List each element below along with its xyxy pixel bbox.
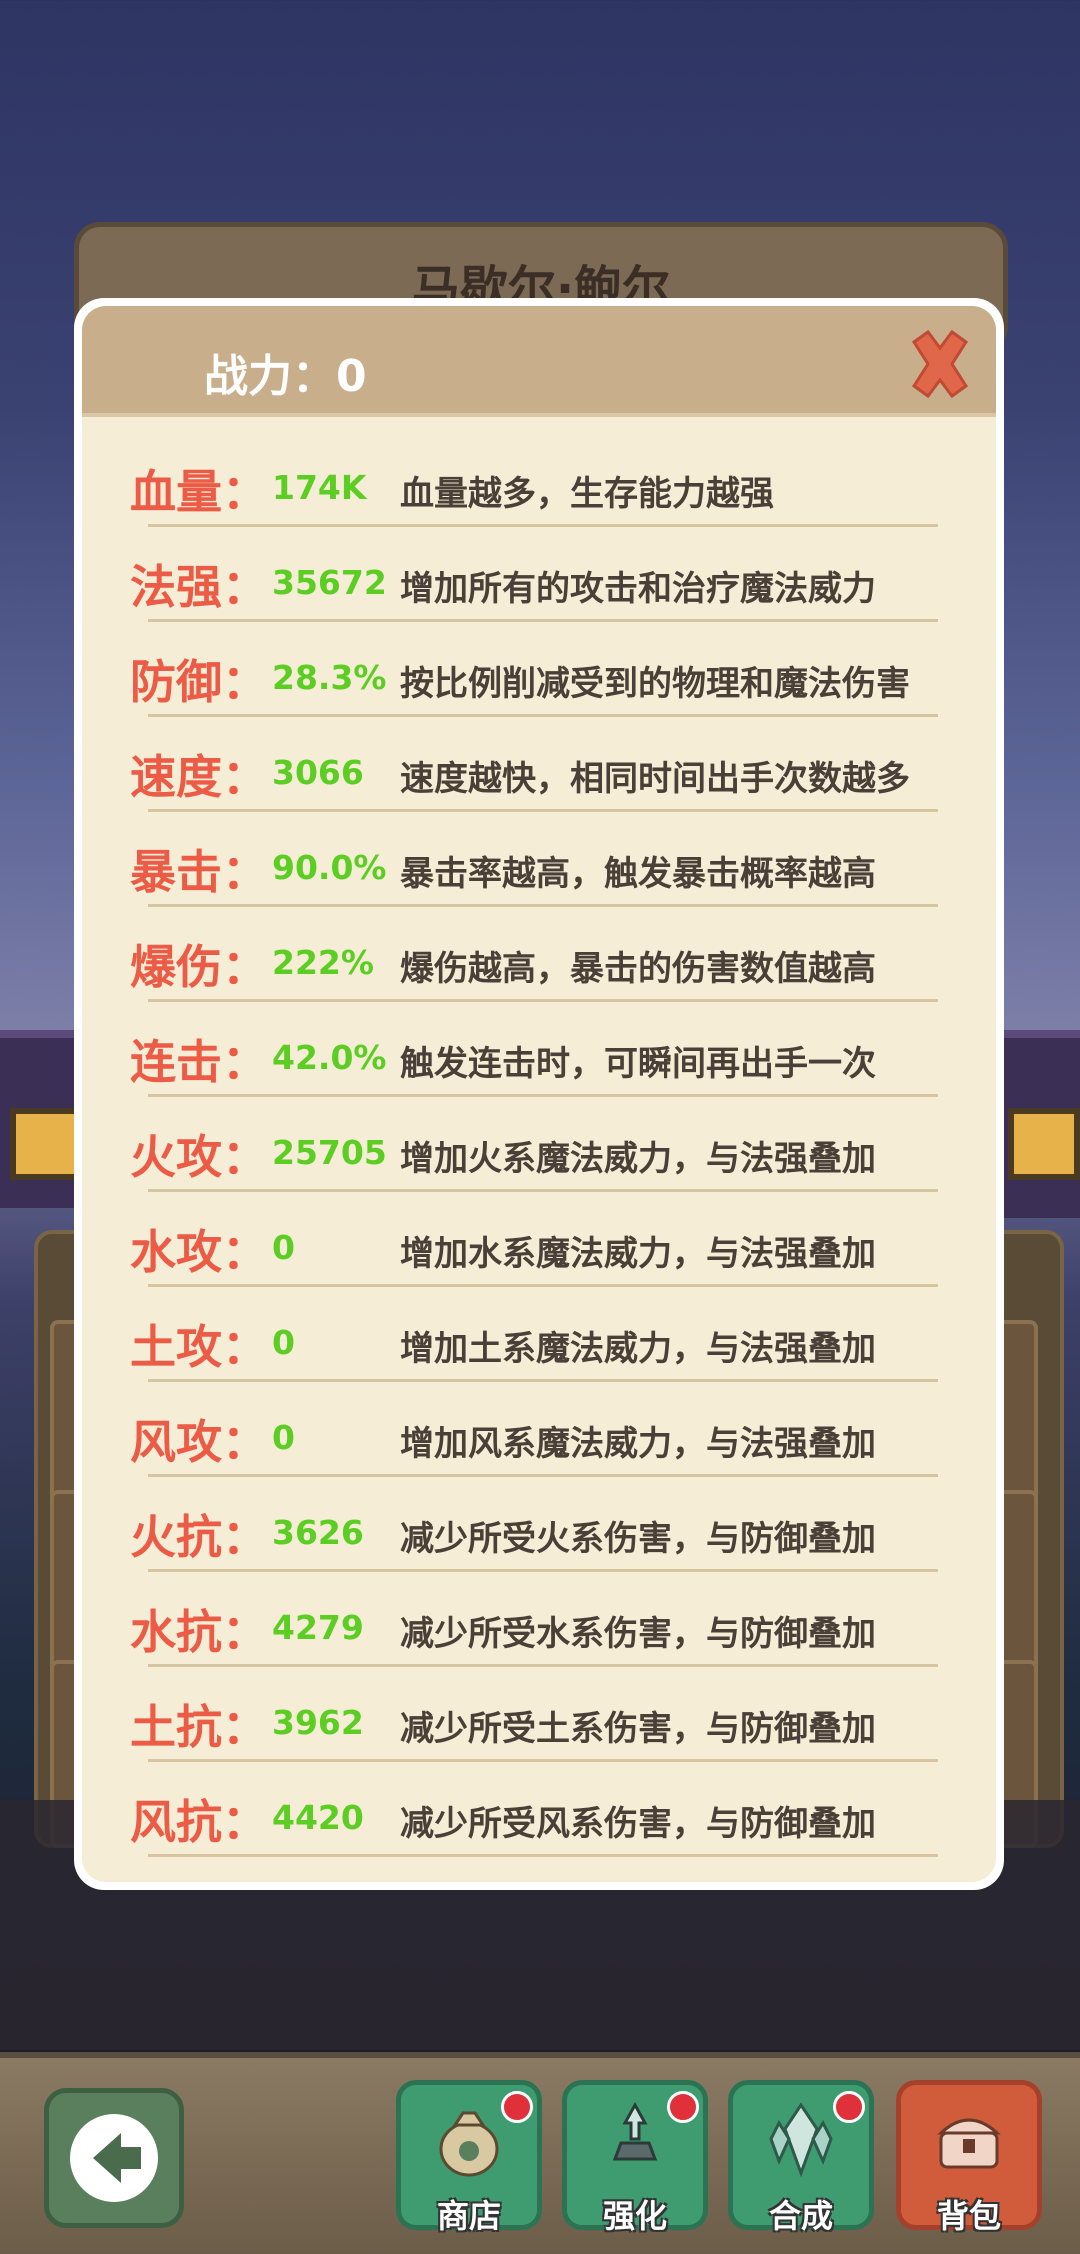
stat-description: 增加所有的攻击和治疗魔法威力 <box>400 569 876 609</box>
stat-name: 土攻： <box>130 1320 268 1374</box>
stat-name: 水抗： <box>130 1605 268 1659</box>
stat-value: 174K <box>272 468 367 507</box>
stat-name: 火抗： <box>130 1510 268 1564</box>
notification-dot <box>833 2091 865 2123</box>
row-divider <box>148 1379 938 1382</box>
stat-name: 连击： <box>130 1035 268 1089</box>
stat-name: 速度： <box>130 750 268 804</box>
stat-row: 火攻： 25705 增加火系魔法威力，与法强叠加 <box>130 1101 950 1196</box>
stat-name: 水攻： <box>130 1225 268 1279</box>
enhance-label: 强化 <box>602 2197 667 2235</box>
stat-row: 爆伤： 222% 爆伤越高，暴击的伤害数值越高 <box>130 911 950 1006</box>
row-divider <box>148 1759 938 1762</box>
shop-bag-icon <box>439 2111 499 2177</box>
stat-description: 减少所受风系伤害，与防御叠加 <box>400 1804 876 1844</box>
stat-description: 暴击率越高，触发暴击概率越高 <box>400 854 876 894</box>
stat-name: 风攻： <box>130 1415 268 1469</box>
bag-button[interactable]: 背包 <box>896 2080 1042 2235</box>
stat-row: 法强： 35672 增加所有的攻击和治疗魔法威力 <box>130 531 950 626</box>
row-divider <box>148 904 938 907</box>
stat-value: 3962 <box>272 1703 364 1742</box>
notification-dot <box>667 2091 699 2123</box>
stat-name: 防御： <box>130 655 268 709</box>
modal-header: 战力：0 <box>82 306 996 417</box>
stat-description: 增加风系魔法威力，与法强叠加 <box>400 1424 876 1464</box>
combat-power: 战力：0 <box>204 351 367 402</box>
stat-description: 按比例削减受到的物理和魔法伤害 <box>400 664 910 704</box>
stat-value: 35672 <box>272 563 387 602</box>
stat-value: 4420 <box>272 1798 364 1837</box>
stat-description: 爆伤越高，暴击的伤害数值越高 <box>400 949 876 989</box>
row-divider <box>148 619 938 622</box>
row-divider <box>148 1189 938 1192</box>
stat-name: 血量： <box>130 465 268 519</box>
treasure-chest-icon <box>937 2118 1001 2169</box>
stat-row: 风攻： 0 增加风系魔法威力，与法强叠加 <box>130 1386 950 1481</box>
stat-value: 3626 <box>272 1513 364 1552</box>
stat-description: 减少所受水系伤害，与防御叠加 <box>400 1614 876 1654</box>
stat-name: 暴击： <box>130 845 268 899</box>
stat-description: 减少所受土系伤害，与防御叠加 <box>400 1709 876 1749</box>
row-divider <box>148 1569 938 1572</box>
synthesize-label: 合成 <box>768 2197 833 2235</box>
stat-value: 0 <box>272 1418 295 1457</box>
row-divider <box>148 1664 938 1667</box>
notification-dot <box>501 2091 533 2123</box>
stat-name: 火攻： <box>130 1130 268 1184</box>
bag-label: 背包 <box>936 2197 1001 2235</box>
stat-row: 风抗： 4420 减少所受风系伤害，与防御叠加 <box>130 1766 950 1861</box>
stat-description: 增加土系魔法威力，与法强叠加 <box>400 1329 876 1369</box>
stat-name: 法强： <box>130 560 268 614</box>
stat-description: 减少所受火系伤害，与防御叠加 <box>400 1519 876 1559</box>
stat-value: 0 <box>272 1323 295 1362</box>
anvil-upgrade-icon <box>612 2101 658 2161</box>
stat-name: 风抗： <box>130 1795 268 1849</box>
stat-name: 土抗： <box>130 1700 268 1754</box>
row-divider <box>148 524 938 527</box>
enhance-button[interactable]: 强化 <box>562 2080 708 2235</box>
stat-description: 血量越多，生存能力越强 <box>400 474 774 514</box>
stat-value: 90.0% <box>272 848 387 887</box>
stat-row: 暴击： 90.0% 暴击率越高，触发暴击概率越高 <box>130 816 950 911</box>
stat-value: 4279 <box>272 1608 364 1647</box>
row-divider <box>148 1094 938 1097</box>
stat-row: 速度： 3066 速度越快，相同时间出手次数越多 <box>130 721 950 816</box>
stat-row: 连击： 42.0% 触发连击时，可瞬间再出手一次 <box>130 1006 950 1101</box>
row-divider <box>148 1854 938 1857</box>
close-button[interactable] <box>904 328 976 400</box>
close-x-icon <box>911 329 969 399</box>
stats-modal-body: 战力：0 血量： 174K 血量越多，生存能力越强 法强： 35672 增加所有… <box>82 306 996 1882</box>
stat-description: 速度越快，相同时间出手次数越多 <box>400 759 910 799</box>
stat-row: 土抗： 3962 减少所受土系伤害，与防御叠加 <box>130 1671 950 1766</box>
stat-row: 血量： 174K 血量越多，生存能力越强 <box>130 436 950 531</box>
stat-value: 42.0% <box>272 1038 387 1077</box>
stats-modal: 战力：0 血量： 174K 血量越多，生存能力越强 法强： 35672 增加所有… <box>74 298 1004 1890</box>
bottom-nav-bar: 商店 强化 合成 背包 <box>0 2052 1080 2254</box>
stat-row: 土攻： 0 增加土系魔法威力，与法强叠加 <box>130 1291 950 1386</box>
crystal-icon <box>769 2102 833 2178</box>
back-arrow-icon <box>70 2114 158 2202</box>
shop-button[interactable]: 商店 <box>396 2080 542 2235</box>
stat-description: 增加水系魔法威力，与法强叠加 <box>400 1234 876 1274</box>
stat-description: 增加火系魔法威力，与法强叠加 <box>400 1139 876 1179</box>
stat-row: 水攻： 0 增加水系魔法威力，与法强叠加 <box>130 1196 950 1291</box>
shop-label: 商店 <box>436 2197 501 2235</box>
stat-row: 水抗： 4279 减少所受水系伤害，与防御叠加 <box>130 1576 950 1671</box>
stat-value: 25705 <box>272 1133 387 1172</box>
row-divider <box>148 809 938 812</box>
row-divider <box>148 1284 938 1287</box>
stat-value: 222% <box>272 943 374 982</box>
stat-row: 防御： 28.3% 按比例削减受到的物理和魔法伤害 <box>130 626 950 721</box>
stat-value: 28.3% <box>272 658 387 697</box>
stat-name: 爆伤： <box>130 940 268 994</box>
row-divider <box>148 714 938 717</box>
stat-value: 0 <box>272 1228 295 1267</box>
stat-value: 3066 <box>272 753 364 792</box>
back-button[interactable] <box>44 2088 184 2228</box>
synthesize-button[interactable]: 合成 <box>728 2080 874 2235</box>
stat-row: 火抗： 3626 减少所受火系伤害，与防御叠加 <box>130 1481 950 1576</box>
row-divider <box>148 999 938 1002</box>
stat-description: 触发连击时，可瞬间再出手一次 <box>400 1044 876 1084</box>
row-divider <box>148 1474 938 1477</box>
